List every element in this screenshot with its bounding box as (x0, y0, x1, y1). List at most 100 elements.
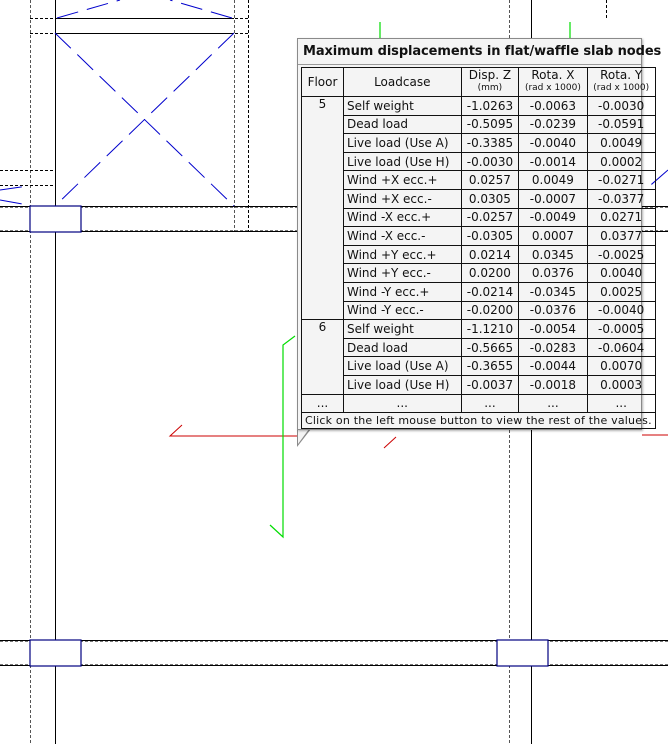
rot-y-cell: -0.0377 (586, 188, 656, 209)
table-row: Dead load -0.5095 -0.0239 -0.0591 (302, 114, 656, 135)
rot-y-cell: -0.0591 (586, 114, 656, 135)
popup-title: Maximum displacements in flat/waffle sla… (298, 39, 661, 65)
table-row: Live load (Use H) -0.0030 -0.0014 0.0002 (302, 151, 656, 172)
rot-y-cell: -0.0025 (586, 244, 656, 265)
rot-y-cell: 0.0003 (586, 374, 656, 395)
disp-z-cell: -0.0214 (460, 281, 520, 302)
table-row: Live load (Use A) -0.3655 -0.0044 0.0070 (302, 356, 656, 376)
table-row: 6 Self weight -1.1210 -0.0054 -0.0005 (301, 319, 656, 395)
header-floor: Floor (301, 67, 344, 97)
disp-z-cell: -1.1210 (460, 319, 520, 339)
ellipsis-row: ... ... ... ... ... (301, 393, 656, 414)
table-row: Wind -X ecc.- -0.0305 0.0007 0.0377 (302, 226, 656, 246)
table-row: Wind -Y ecc.+ -0.0214 -0.0345 0.0025 (302, 281, 656, 302)
rot-x-cell: -0.0345 (518, 281, 588, 302)
disp-z-cell: -0.0037 (460, 374, 520, 395)
rot-y-cell: 0.0377 (586, 226, 656, 246)
header-loadcase: Loadcase (342, 67, 462, 97)
disp-z-cell: -0.0200 (460, 300, 520, 321)
disp-z-cell: 0.0200 (460, 263, 520, 283)
rot-y-cell: 0.0040 (586, 263, 656, 283)
rot-x-cell: -0.0014 (518, 151, 588, 172)
disp-z-cell: -0.3655 (460, 356, 520, 376)
ellipsis-cell: ... (518, 393, 588, 414)
table-row: 5 Self weight -1.0263 -0.0063 -0.0030 (301, 95, 656, 321)
loadcase-cell: Wind -Y ecc.- (342, 300, 462, 321)
rot-x-cell: 0.0049 (518, 170, 588, 190)
disp-z-cell: -0.5665 (460, 337, 520, 358)
header-rot-y-label: Rota. Y (600, 68, 643, 82)
table-row: Wind +Y ecc.+ 0.0214 0.0345 -0.0025 (302, 244, 656, 265)
rot-x-cell: -0.0283 (518, 337, 588, 358)
ellipsis-cell: ... (301, 393, 344, 414)
rot-x-cell: -0.0044 (518, 356, 588, 376)
table-row: Wind -Y ecc.- -0.0200 -0.0376 -0.0040 (302, 300, 656, 321)
disp-z-cell: -1.0263 (460, 96, 520, 116)
column[interactable] (496, 639, 549, 667)
header-rot-x-unit: (rad x 1000) (524, 83, 581, 93)
rot-x-cell: -0.0054 (518, 319, 588, 339)
rot-y-cell: 0.0070 (586, 356, 656, 376)
rot-x-cell: -0.0376 (518, 300, 588, 321)
rot-y-cell: 0.0271 (586, 207, 656, 228)
header-disp-z-unit: (mm) (477, 83, 503, 93)
rot-x-cell: -0.0007 (518, 188, 588, 209)
loadcase-cell: Wind +X ecc.+ (342, 170, 462, 190)
disp-z-cell: 0.0214 (460, 244, 520, 265)
loadcase-cell: Wind -X ecc.- (342, 226, 462, 246)
loadcase-cell: Wind -X ecc.+ (342, 207, 462, 228)
loadcase-cell: Dead load (342, 114, 462, 135)
rot-x-cell: -0.0040 (518, 133, 588, 153)
header-disp-z-label: Disp. Z (468, 68, 512, 82)
rot-y-cell: -0.0030 (586, 96, 656, 116)
header-rot-y: Rota. Y (rad x 1000) (586, 67, 656, 97)
rot-y-cell: -0.0271 (586, 170, 656, 190)
ellipsis-cell: ... (586, 393, 656, 414)
rot-x-cell: 0.0376 (518, 263, 588, 283)
disp-z-cell: 0.0305 (460, 188, 520, 209)
loadcase-cell: Wind +Y ecc.- (342, 263, 462, 283)
rot-y-cell: -0.0005 (586, 319, 656, 339)
table-row: Live load (Use A) -0.3385 -0.0040 0.0049 (302, 133, 656, 153)
loadcase-cell: Self weight (342, 96, 462, 116)
popup-pointer-fill (298, 429, 309, 444)
footer-row: Click on the left mouse button to view t… (301, 412, 656, 430)
rot-x-cell: -0.0049 (518, 207, 588, 228)
table-header-row: Floor Loadcase Disp. Z (mm) Rota. X (rad x… (301, 67, 656, 97)
table-row: Dead load -0.5665 -0.0283 -0.0604 (302, 337, 656, 358)
table-row: Wind +X ecc.+ 0.0257 0.0049 -0.0271 (302, 170, 656, 190)
rot-y-cell: -0.0040 (586, 300, 656, 321)
loadcase-cell: Self weight (342, 319, 462, 339)
rot-y-cell: 0.0002 (586, 151, 656, 172)
header-rot-x: Rota. X (rad x 1000) (518, 67, 588, 97)
rot-x-cell: -0.0239 (518, 114, 588, 135)
disp-z-cell: -0.0030 (460, 151, 520, 172)
loadcase-cell: Wind +X ecc.- (342, 188, 462, 209)
rot-x-cell: -0.0063 (518, 96, 588, 116)
table-row: Wind +X ecc.- 0.0305 -0.0007 -0.0377 (302, 188, 656, 209)
displacements-tooltip-popup[interactable]: Maximum displacements in flat/waffle sla… (297, 38, 661, 430)
table-row: Wind -X ecc.+ -0.0257 -0.0049 0.0271 (302, 207, 656, 228)
table-row: Live load (Use H) -0.0037 -0.0018 0.0003 (302, 374, 656, 395)
rot-y-cell: 0.0025 (586, 281, 656, 302)
disp-z-cell: -0.5095 (460, 114, 520, 135)
header-disp-z: Disp. Z (mm) (460, 67, 520, 97)
column[interactable] (29, 639, 82, 667)
disp-z-cell: -0.0257 (460, 207, 520, 228)
table-row: Wind +Y ecc.- 0.0200 0.0376 0.0040 (302, 263, 656, 283)
loadcase-cell: Live load (Use H) (342, 374, 462, 395)
loadcase-cell: Live load (Use A) (342, 133, 462, 153)
rot-y-cell: 0.0049 (586, 133, 656, 153)
header-rot-x-label: Rota. X (531, 68, 575, 82)
loadcase-cell: Dead load (342, 337, 462, 358)
table-body: 5 Self weight -1.0263 -0.0063 -0.0030 Dead lo… (301, 95, 656, 395)
loadcase-cell: Wind -Y ecc.+ (342, 281, 462, 302)
rot-y-cell: -0.0604 (586, 337, 656, 358)
rot-x-cell: -0.0018 (518, 374, 588, 395)
ellipsis-cell: ... (342, 393, 462, 414)
column[interactable] (29, 205, 82, 233)
displacements-table: Floor Loadcase Disp. Z (mm) Rota. X (rad x… (301, 67, 656, 430)
ellipsis-cell: ... (460, 393, 520, 414)
rot-x-cell: 0.0345 (518, 244, 588, 265)
disp-z-cell: -0.3385 (460, 133, 520, 153)
